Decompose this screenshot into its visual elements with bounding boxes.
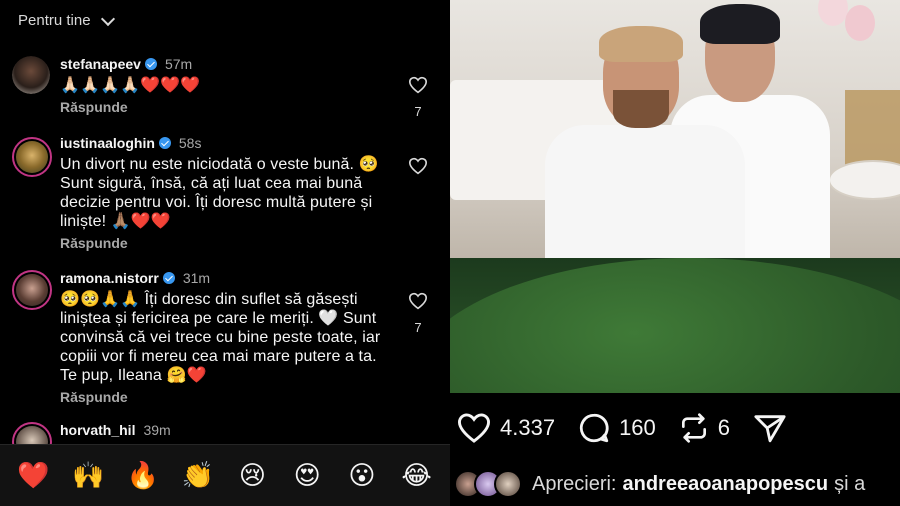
comment-username[interactable]: horvath_hil 39m <box>60 422 171 438</box>
heart-outline-icon[interactable] <box>408 157 428 175</box>
comment-time: 57m <box>164 56 193 72</box>
comment-like-count: 7 <box>414 104 422 119</box>
repost-button[interactable]: 6 <box>678 412 730 444</box>
feed-title: Pentru tine <box>18 12 91 29</box>
comment-item: horvath_hil 39m <box>12 422 442 462</box>
emoji-fire-button[interactable]: 🔥 <box>123 460 163 491</box>
avatar[interactable] <box>12 137 52 177</box>
post-panel: 4.337 160 6 Aprecieri: andreeaoanapopesc… <box>450 0 900 506</box>
share-button[interactable] <box>752 411 788 445</box>
liked-by-username[interactable]: andreeaoanapopescu <box>622 473 828 496</box>
comment-bubble-icon <box>579 413 609 443</box>
emoji-heart-eyes-button[interactable]: 😍 <box>287 460 327 491</box>
emoji-raised-hands-button[interactable]: 🙌 <box>68 460 108 491</box>
post-actions: 4.337 160 6 <box>450 393 900 463</box>
comment-username[interactable]: iustinaaloghin 58s <box>60 135 201 151</box>
comment-time: 31m <box>182 270 211 286</box>
comment-button[interactable]: 160 <box>577 411 656 445</box>
comment-count: 160 <box>619 415 656 440</box>
chevron-down-icon <box>100 11 115 26</box>
comments-panel: Pentru tine stefanapeev 57m 🙏🏻🙏🏻🙏🏻🙏🏻❤️❤️… <box>0 0 450 506</box>
avatar[interactable] <box>12 270 52 310</box>
repost-icon <box>681 413 706 443</box>
like-count: 4.337 <box>500 415 556 440</box>
emoji-wow-button[interactable]: 😮 <box>342 460 382 491</box>
emoji-reaction-bar: ❤️ 🙌 🔥 👏 😢 😍 😮 😂 <box>0 444 450 506</box>
repost-count: 6 <box>717 415 731 440</box>
comment-item: stefanapeev 57m 🙏🏻🙏🏻🙏🏻🙏🏻❤️❤️❤️ Răspunde … <box>12 56 442 126</box>
emoji-cry-button[interactable]: 😢 <box>232 460 272 491</box>
comment-item: iustinaaloghin 58s Un divorț nu este nic… <box>12 135 442 260</box>
verified-badge-icon <box>144 58 157 70</box>
comment-item: ramona.nistorr 31m 🥺🥺🙏🙏 Îți doresc din s… <box>12 270 442 410</box>
emoji-laugh-button[interactable]: 😂 <box>397 460 437 491</box>
heart-icon <box>457 413 491 443</box>
verified-badge-icon <box>158 137 171 149</box>
comment-time: 39m <box>143 422 171 438</box>
avatar <box>494 470 522 498</box>
liker-avatars <box>454 470 522 498</box>
comment-username[interactable]: stefanapeev 57m <box>60 56 192 72</box>
heart-outline-icon[interactable] <box>408 292 428 310</box>
feed-selector[interactable]: Pentru tine <box>18 11 115 29</box>
comment-text: 🥺🥺🙏🙏 Îți doresc din suflet să găsești li… <box>60 291 381 384</box>
comment-time: 58s <box>178 135 202 151</box>
post-photo <box>450 0 900 258</box>
comment-username[interactable]: ramona.nistorr 31m <box>60 270 210 286</box>
heart-outline-icon[interactable] <box>408 76 428 94</box>
like-button[interactable]: 4.337 <box>456 412 555 444</box>
comment-text: 🙏🏻🙏🏻🙏🏻🙏🏻❤️❤️❤️ <box>60 77 201 94</box>
avatar[interactable] <box>12 56 50 94</box>
likes-label: Aprecieri: <box>532 472 617 495</box>
send-icon <box>754 415 786 443</box>
emoji-clap-button[interactable]: 👏 <box>178 460 218 491</box>
landscape-image <box>450 258 900 393</box>
liked-by-suffix: și a <box>834 472 866 495</box>
comment-text: Un divorț nu este niciodată o veste bună… <box>60 156 379 230</box>
reply-button[interactable]: Răspunde <box>60 99 390 115</box>
reply-button[interactable]: Răspunde <box>60 235 390 251</box>
verified-badge-icon <box>162 272 175 284</box>
liked-by-row[interactable]: Aprecieri: andreeaoanapopescu și a <box>454 466 900 502</box>
emoji-heart-button[interactable]: ❤️ <box>13 460 53 491</box>
comment-like-count: 7 <box>414 320 422 335</box>
person-man <box>545 26 745 258</box>
reply-button[interactable]: Răspunde <box>60 389 390 405</box>
